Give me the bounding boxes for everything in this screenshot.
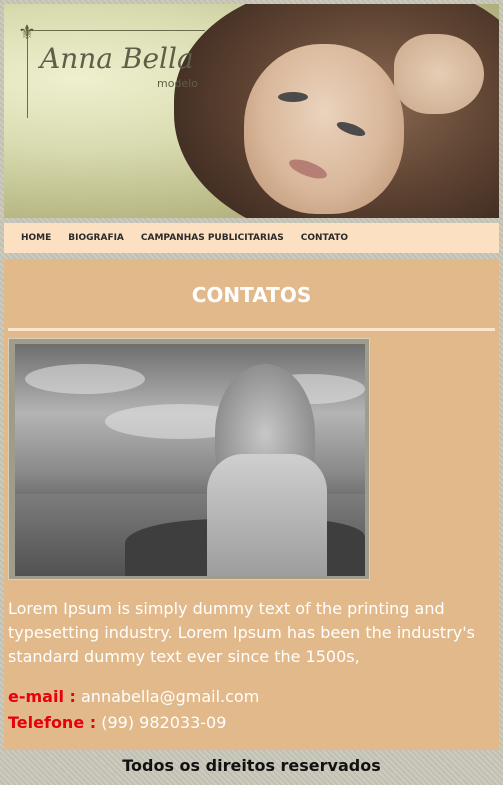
email-value[interactable]: annabella@gmail.com (81, 687, 259, 706)
main-nav: HOME BIOGRAFIA CAMPANHAS PUBLICITARIAS C… (4, 223, 499, 253)
hero-hand (394, 34, 484, 114)
hero-eye-left (278, 92, 308, 102)
logo-name: Anna Bella (40, 42, 194, 75)
fleur-de-lis-icon: ⚜ (18, 20, 36, 44)
hero-lips (286, 155, 330, 183)
logo-line-horizontal (27, 30, 205, 31)
photo-frame (8, 338, 370, 580)
phone-label: Telefone : (8, 713, 97, 732)
contact-photo (15, 344, 365, 576)
phone-value: (99) 982033-09 (101, 713, 227, 732)
nav-item-campanhas[interactable]: CAMPANHAS PUBLICITARIAS (141, 233, 284, 243)
phone-line: Telefone : (99) 982033-09 (8, 713, 226, 732)
email-line: e-mail : annabella@gmail.com (8, 687, 259, 706)
hero-eye-right (335, 119, 367, 139)
nav-item-biografia[interactable]: BIOGRAFIA (68, 233, 124, 243)
title-divider (8, 328, 495, 331)
content-panel: CONTATOS Lorem Ipsum is simply dummy tex… (4, 259, 499, 750)
email-label: e-mail : (8, 687, 76, 706)
photo-girl-body (207, 454, 327, 576)
page-title: CONTATOS (191, 283, 312, 307)
nav-item-home[interactable]: HOME (21, 233, 51, 243)
body-text: Lorem Ipsum is simply dummy text of the … (8, 599, 475, 666)
footer-text: Todos os direitos reservados (122, 756, 381, 775)
logo-subtitle: modelo (157, 77, 198, 90)
hero-face (244, 44, 404, 214)
logo[interactable]: ⚜ Anna Bella modelo (18, 20, 207, 119)
header-banner: ⚜ Anna Bella modelo (4, 4, 499, 218)
nav-item-contato[interactable]: CONTATO (301, 233, 348, 243)
photo-cloud (25, 364, 145, 394)
